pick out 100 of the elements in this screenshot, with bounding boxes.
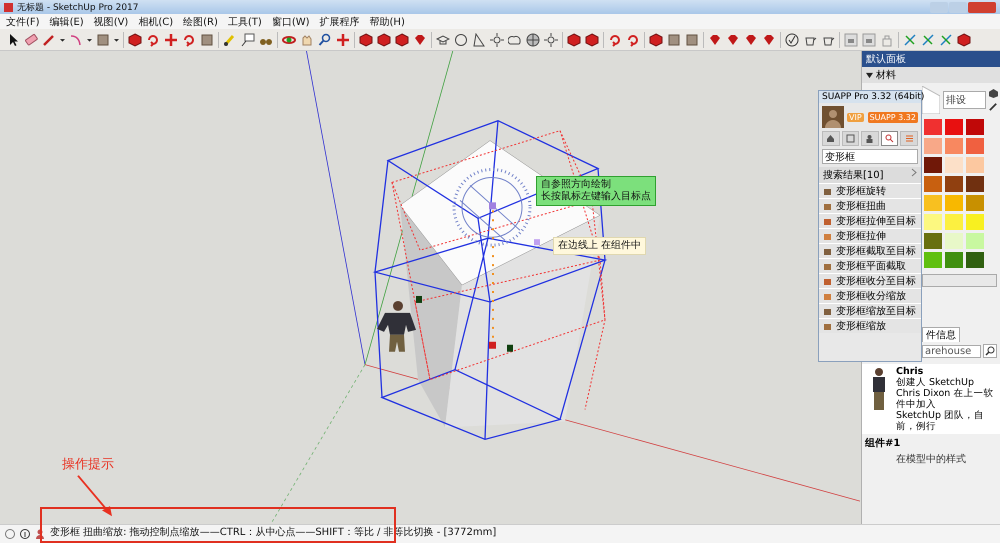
cube-icon[interactable] [395, 32, 409, 46]
menu-item[interactable]: 工具(T) [228, 14, 262, 28]
search-field[interactable]: 变形框 [822, 149, 918, 164]
menu-item[interactable]: 相机(C) [138, 14, 174, 28]
circle-icon[interactable] [454, 32, 468, 46]
axis-icon[interactable] [903, 32, 917, 46]
results-header[interactable]: 搜索结果[10] [819, 167, 921, 183]
color-swatch[interactable] [924, 176, 942, 192]
color-swatch[interactable] [966, 157, 984, 173]
menu-item[interactable]: 窗口(W) [272, 14, 310, 28]
sun-icon[interactable] [544, 32, 558, 46]
tape-icon[interactable] [223, 32, 237, 46]
gem-icon[interactable] [744, 32, 758, 46]
menu-item[interactable]: 文件(F) [6, 14, 40, 28]
search-button[interactable] [983, 344, 997, 358]
search-field[interactable]: arehouse [922, 344, 981, 358]
color-swatch[interactable] [966, 214, 984, 230]
search-icon[interactable] [318, 32, 332, 46]
cube-icon[interactable] [359, 32, 373, 46]
home-tab[interactable] [822, 131, 840, 146]
color-swatch[interactable] [945, 138, 963, 154]
cube-icon[interactable] [567, 32, 581, 46]
color-swatch[interactable] [966, 176, 984, 192]
axis-icon[interactable] [921, 32, 935, 46]
axis-icon[interactable] [939, 32, 953, 46]
hand-icon[interactable] [300, 32, 314, 46]
collapse-icon[interactable] [866, 72, 873, 78]
color-swatch[interactable] [966, 138, 984, 154]
cube-icon[interactable] [128, 32, 142, 46]
result-item[interactable]: 变形框拉伸至目标 [819, 213, 921, 228]
square-icon[interactable] [685, 32, 699, 46]
color-swatch[interactable] [945, 119, 963, 135]
window-tab[interactable] [842, 131, 860, 146]
close-button[interactable] [968, 2, 996, 12]
color-swatch[interactable] [924, 138, 942, 154]
color-swatch[interactable] [924, 252, 942, 268]
cross-arrows-icon[interactable] [164, 32, 178, 46]
cap-icon[interactable] [436, 32, 450, 46]
color-swatch[interactable] [966, 195, 984, 211]
user-icon[interactable] [35, 529, 45, 539]
color-swatch[interactable] [924, 157, 942, 173]
cube-icon[interactable] [585, 32, 599, 46]
gem-icon[interactable] [726, 32, 740, 46]
menu-item[interactable]: 绘图(R) [183, 14, 218, 28]
square-icon[interactable] [667, 32, 681, 46]
color-swatch[interactable] [966, 252, 984, 268]
square-icon[interactable] [200, 32, 214, 46]
globe-icon[interactable] [526, 32, 540, 46]
color-swatch[interactable] [924, 214, 942, 230]
cube-icon[interactable] [957, 32, 971, 46]
pencil-icon[interactable] [42, 32, 56, 46]
text-icon[interactable] [241, 32, 255, 46]
menu-item[interactable]: 视图(V) [94, 14, 128, 28]
material-name-field[interactable]: 排设 [943, 91, 986, 109]
circular-arrow-icon[interactable] [146, 32, 160, 46]
color-swatch[interactable] [924, 195, 942, 211]
result-item[interactable]: 变形框截取至目标 [819, 243, 921, 258]
arc-icon[interactable] [69, 32, 83, 46]
circular-arrow-icon[interactable] [608, 32, 622, 46]
result-item[interactable]: 变形框扭曲 [819, 198, 921, 213]
check-circle-icon[interactable] [785, 32, 799, 46]
result-item[interactable]: 变形框平面截取 [819, 258, 921, 273]
window-icon[interactable] [862, 32, 876, 46]
info-tab[interactable]: 件信息 [922, 327, 960, 342]
window-icon[interactable] [844, 32, 858, 46]
color-swatch[interactable] [945, 195, 963, 211]
menu-item[interactable]: 帮助(H) [370, 14, 405, 28]
sun-icon[interactable] [490, 32, 504, 46]
color-swatch[interactable] [945, 176, 963, 192]
info-icon[interactable] [20, 529, 30, 539]
menu-item[interactable]: 扩展程序 [320, 14, 360, 28]
color-swatch[interactable] [945, 214, 963, 230]
result-item[interactable]: 变形框旋转 [819, 183, 921, 198]
cube-icon[interactable] [649, 32, 663, 46]
materials-section-header[interactable]: 材料 [862, 67, 1000, 83]
color-swatch[interactable] [945, 157, 963, 173]
result-item[interactable]: 变形框收分至目标 [819, 273, 921, 288]
gem-icon[interactable] [413, 32, 427, 46]
color-swatch[interactable] [924, 233, 942, 249]
circular-arrow-icon[interactable] [626, 32, 640, 46]
color-swatch[interactable] [924, 119, 942, 135]
menu-item[interactable]: 编辑(E) [50, 14, 84, 28]
result-item[interactable]: 变形框收分缩放 [819, 288, 921, 303]
result-item[interactable]: 变形框拉伸 [819, 228, 921, 243]
cube-icon[interactable] [989, 89, 998, 98]
square-icon[interactable] [96, 32, 110, 46]
gem-icon[interactable] [762, 32, 776, 46]
color-swatch[interactable] [945, 252, 963, 268]
cube-icon[interactable] [377, 32, 391, 46]
menu-tab[interactable] [900, 131, 918, 146]
gem-icon[interactable] [708, 32, 722, 46]
user-tab[interactable] [861, 131, 879, 146]
circular-arrow-icon[interactable] [182, 32, 196, 46]
color-swatch[interactable] [945, 233, 963, 249]
help-icon[interactable] [5, 529, 15, 539]
color-swatch[interactable] [966, 119, 984, 135]
triangle-icon[interactable] [472, 32, 486, 46]
pipette-icon[interactable] [989, 102, 998, 111]
result-item[interactable]: 变形框缩放 [819, 318, 921, 333]
search-tab[interactable] [880, 131, 898, 146]
